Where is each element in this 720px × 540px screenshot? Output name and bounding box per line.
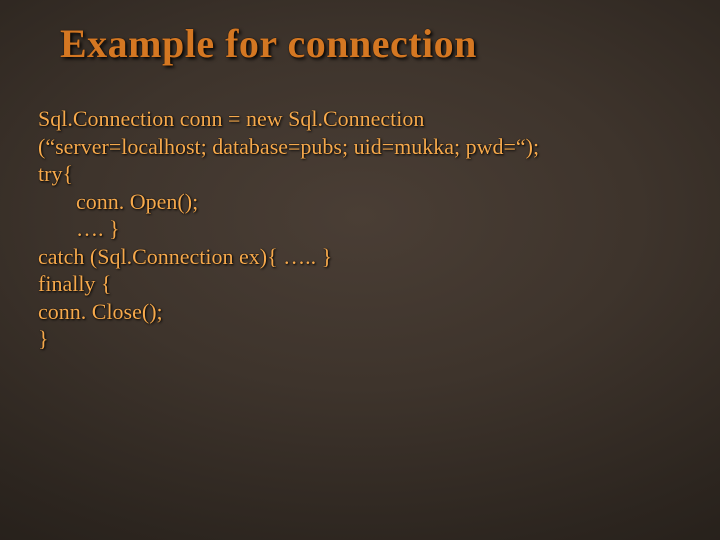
slide: Example for connection Sql.Connection co…: [0, 0, 720, 540]
code-line: (“server=localhost; database=pubs; uid=m…: [38, 133, 682, 161]
code-line: Sql.Connection conn = new Sql.Connection: [38, 105, 682, 133]
code-line: }: [38, 325, 682, 353]
code-line: …. }: [38, 215, 682, 243]
code-line: finally {: [38, 270, 682, 298]
code-line: conn. Open();: [38, 188, 682, 216]
code-line: catch (Sql.Connection ex){ ….. }: [38, 243, 682, 271]
slide-title: Example for connection: [60, 20, 477, 67]
code-line: try{: [38, 160, 682, 188]
code-line: conn. Close();: [38, 298, 682, 326]
slide-body: Sql.Connection conn = new Sql.Connection…: [38, 105, 682, 353]
